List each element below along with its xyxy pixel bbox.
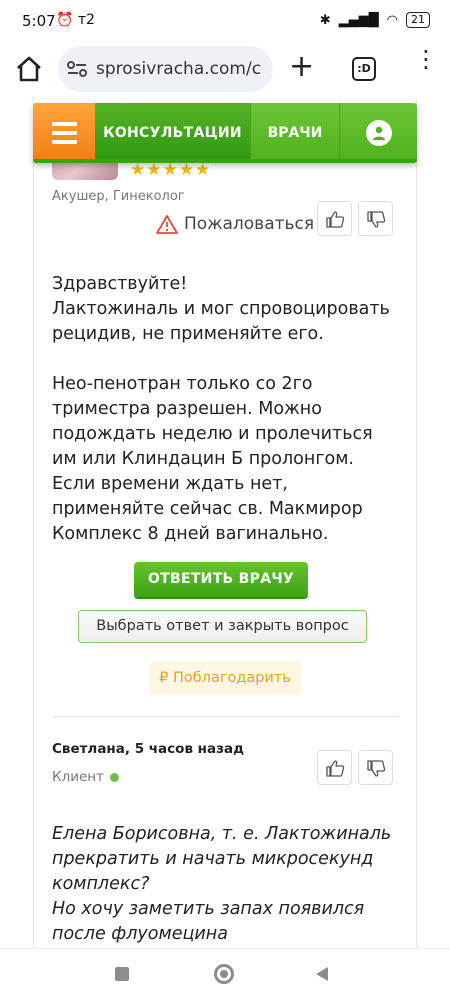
recent-apps-icon[interactable] [115,967,129,981]
more-menu-icon[interactable]: ⋮ [414,47,438,71]
address-bar[interactable]: sprosivracha.com/c [58,46,273,92]
status-right-icons: ✱ ▂▄▆█ ◠ 21 [320,12,430,28]
dislike-button[interactable] [358,201,393,236]
report-label: Пожаловаться [184,214,315,234]
new-tab-icon[interactable]: + [289,52,314,82]
thumbs-down-icon [367,760,386,777]
doctor-specialty: Акушер, Гинеколог [52,189,185,204]
rating-stars: ★★★★★ [130,160,212,180]
comment-dislike-button[interactable] [358,750,393,785]
thumbs-up-icon [326,760,345,777]
user-icon [366,120,392,146]
system-nav-bar [0,948,450,1000]
thumbs-down-icon [367,211,386,228]
online-status-icon [109,772,119,782]
nav-user-button[interactable] [340,103,417,163]
signal-icon: ▂▄▆█ [338,12,379,28]
answer-line: Нео-пенотран только со 2го триместра раз… [52,374,373,469]
divider [52,716,398,717]
site-top-nav: КОНСУЛЬТАЦИИ ВРАЧИ [33,103,417,163]
reply-to-doctor-button[interactable]: ОТВЕТИТЬ ВРАЧУ [134,562,308,597]
answer-line: Если времени ждать нет, применяйте сейча… [52,474,363,544]
menu-bar-icon [52,140,77,144]
nav-consultations[interactable]: КОНСУЛЬТАЦИИ [95,103,250,163]
answer-line: Здравствуйте! [52,274,188,294]
browser-toolbar: sprosivracha.com/c + :D ⋮ [0,42,450,98]
report-link[interactable]: Пожаловаться [156,214,314,234]
doctor-answer-text: Здравствуйте! Лактожиналь и мог спровоци… [52,272,402,547]
wifi-icon: ◠ [386,12,398,28]
status-bar: 5:07 ⏰ т2 ✱ ▂▄▆█ ◠ 21 [0,0,450,42]
back-triangle-icon[interactable] [316,967,328,981]
menu-bar-icon [52,131,77,135]
comment-line: Елена Борисовна, т. е. Лактожиналь прекр… [52,824,392,894]
url-text: sprosivracha.com/c [96,59,262,79]
thumbs-up-icon [326,211,345,228]
comment-role: Клиент [52,769,119,785]
home-icon[interactable] [14,54,44,84]
bluetooth-icon: ✱ [319,12,331,28]
comment-line: Но хочу заметить запах появился после фл… [52,899,365,944]
site-settings-icon[interactable] [66,60,88,78]
comment-role-label: Клиент [52,769,104,785]
warning-icon [156,215,178,234]
battery-icon: 21 [406,12,430,28]
choose-answer-button[interactable]: Выбрать ответ и закрыть вопрос [78,610,367,643]
answer-spacer [52,347,402,372]
status-time: 5:07 [22,12,56,30]
comment-author: Светлана, 5 часов назад [52,741,244,757]
tab-switcher-button[interactable]: :D [352,57,376,81]
hamburger-menu-button[interactable] [33,103,95,163]
answer-line: Лактожиналь и мог спровоцировать рецидив… [52,299,390,344]
nav-doctors[interactable]: ВРАЧИ [250,103,340,163]
home-circle-icon[interactable] [214,964,234,984]
nav-underline [33,159,417,163]
thank-doctor-button[interactable]: ₽ Поблагодарить [149,661,301,695]
comment-text: Елена Борисовна, т. е. Лактожиналь прекр… [52,822,402,947]
comment-like-button[interactable] [317,750,352,785]
menu-bar-icon [52,122,77,126]
like-button[interactable] [317,201,352,236]
status-carrier-icons: ⏰ т2 [56,12,95,28]
